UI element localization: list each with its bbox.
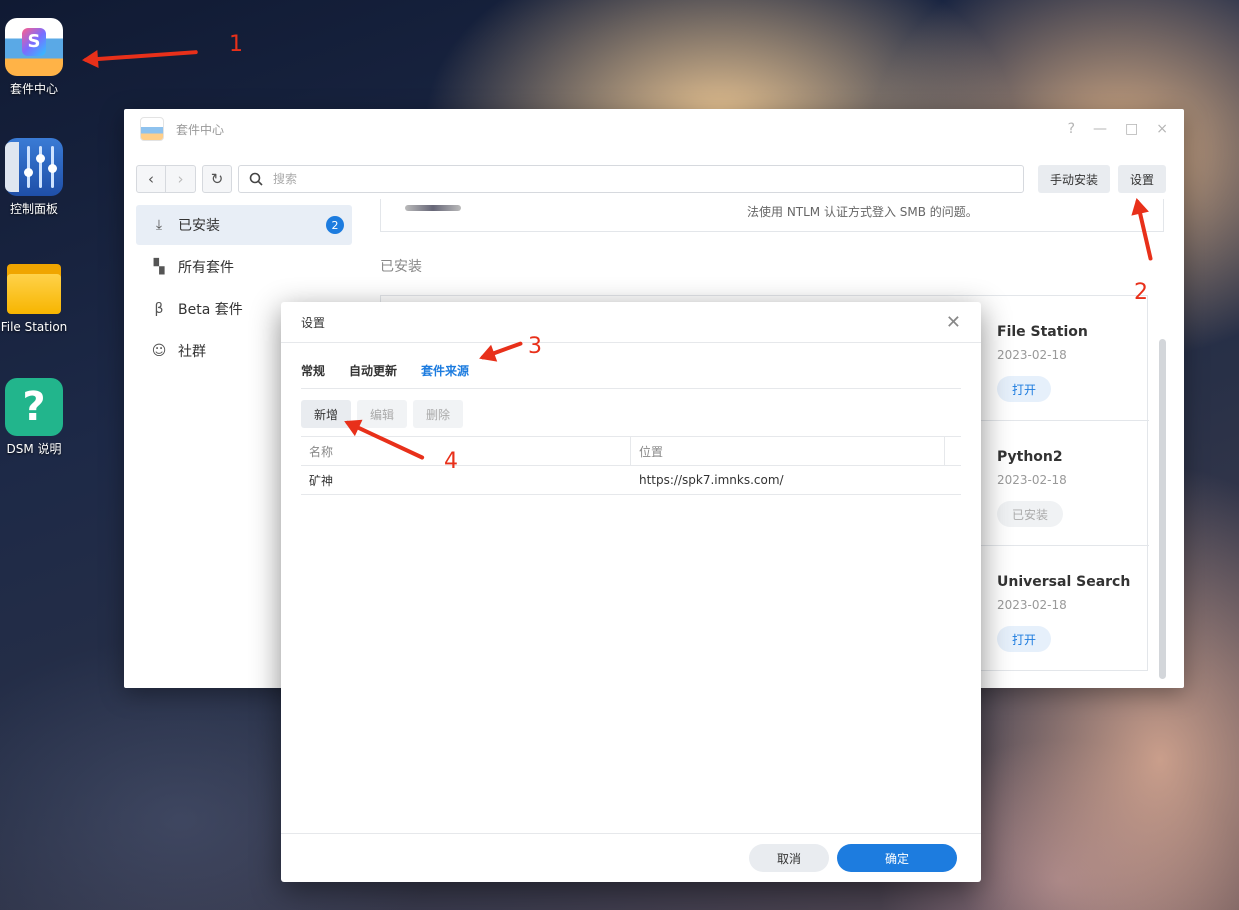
- edit-button[interactable]: 编辑: [357, 400, 408, 428]
- chevron-left-icon: ‹: [148, 170, 154, 188]
- source-location-cell: https://spk7.imnks.com/: [639, 473, 784, 487]
- forward-button[interactable]: ›: [166, 165, 196, 193]
- maximize-icon[interactable]: □: [1125, 121, 1138, 137]
- desktop-icon-label: DSM 说明: [6, 442, 62, 456]
- community-icon: ☺: [151, 343, 167, 359]
- dialog-footer: 取消 确定: [281, 833, 981, 882]
- installed-button: 已安装: [997, 501, 1064, 527]
- search-input[interactable]: [271, 171, 1023, 187]
- package-name: Python2: [997, 449, 1063, 465]
- package-date: 2023-02-18: [997, 473, 1067, 487]
- window-titlebar[interactable]: 套件中心 ? — □ ×: [124, 109, 1184, 149]
- grid-icon: ▚: [153, 259, 165, 275]
- cancel-button[interactable]: 取消: [749, 844, 829, 872]
- open-button[interactable]: 打开: [997, 376, 1052, 402]
- dialog-title: 设置: [301, 315, 326, 330]
- sidebar-item-label: 已安装: [178, 218, 220, 234]
- open-button[interactable]: 打开: [997, 626, 1052, 652]
- annotation-arrow: [83, 50, 198, 62]
- toolbar: ‹ › ↻ 手动安装 设置: [136, 164, 1166, 194]
- desktop-icon-dsm-help[interactable]: ? DSM 说明: [0, 378, 68, 457]
- beta-icon: β: [154, 301, 164, 317]
- source-name-cell: 矿神: [309, 473, 334, 488]
- close-icon[interactable]: ✕: [946, 312, 961, 333]
- settings-button[interactable]: 设置: [1117, 165, 1166, 193]
- control-panel-icon: [5, 138, 63, 196]
- sidebar-item-all-packages[interactable]: ▚ 所有套件: [136, 247, 352, 287]
- annotation-number: 4: [444, 449, 458, 474]
- package-date: 2023-02-18: [997, 598, 1067, 612]
- tab-general[interactable]: 常规: [301, 358, 325, 388]
- help-icon[interactable]: ?: [1068, 121, 1075, 137]
- dialog-header: 设置 ✕: [281, 302, 981, 343]
- package-thumbnail: [405, 205, 461, 211]
- source-action-bar: 新增 编辑 删除: [301, 400, 464, 428]
- delete-button[interactable]: 删除: [413, 400, 464, 428]
- package-date: 2023-02-18: [997, 348, 1067, 362]
- package-name: File Station: [997, 324, 1088, 340]
- close-icon[interactable]: ×: [1156, 121, 1168, 137]
- desktop-icon-package-center[interactable]: S 套件中心: [0, 18, 68, 97]
- package-row[interactable]: 法使用 NTLM 认证方式登入 SMB 的问题。: [380, 199, 1164, 232]
- minimize-icon[interactable]: —: [1093, 121, 1107, 137]
- tab-auto-update[interactable]: 自动更新: [349, 358, 397, 388]
- table-header: 名称 位置: [301, 436, 961, 466]
- package-name: Universal Search: [997, 574, 1131, 590]
- window-title: 套件中心: [176, 122, 225, 137]
- sidebar-item-installed[interactable]: ⤓ 已安装 2: [136, 205, 352, 245]
- sidebar-item-label: 所有套件: [178, 260, 234, 276]
- chevron-right-icon: ›: [177, 170, 184, 188]
- folder-icon: [5, 258, 63, 316]
- package-center-icon: [140, 117, 164, 141]
- desktop-icon-label: 套件中心: [9, 82, 58, 96]
- dialog-tabs: 常规 自动更新 套件来源: [301, 358, 961, 389]
- search-box[interactable]: [238, 165, 1024, 193]
- desktop-icon-control-panel[interactable]: 控制面板: [0, 138, 68, 217]
- package-description: 法使用 NTLM 认证方式登入 SMB 的问题。: [747, 205, 978, 219]
- search-icon: [249, 172, 263, 186]
- desktop-icon-label: 控制面板: [9, 202, 58, 216]
- sidebar-item-label: 社群: [178, 344, 206, 360]
- annotation-number: 3: [528, 334, 542, 359]
- desktop-icon-label: File Station: [0, 320, 68, 334]
- table-row[interactable]: 矿神 https://spk7.imnks.com/: [301, 466, 961, 495]
- ok-button[interactable]: 确定: [837, 844, 957, 872]
- download-icon: ⤓: [155, 217, 163, 233]
- sidebar-item-label: Beta 套件: [178, 302, 243, 318]
- manual-install-button[interactable]: 手动安装: [1037, 165, 1110, 193]
- scrollbar[interactable]: [1159, 339, 1166, 679]
- help-icon: ?: [5, 378, 63, 436]
- tab-package-sources[interactable]: 套件来源: [421, 358, 469, 388]
- desktop-icon-file-station[interactable]: File Station: [0, 258, 68, 334]
- refresh-icon: ↻: [210, 170, 224, 188]
- annotation-number: 1: [229, 32, 243, 57]
- column-header-location[interactable]: 位置: [631, 437, 945, 465]
- refresh-button[interactable]: ↻: [202, 165, 232, 193]
- package-center-icon: S: [5, 18, 63, 76]
- count-badge: 2: [326, 216, 344, 234]
- back-button[interactable]: ‹: [136, 165, 166, 193]
- section-title: 已安装: [380, 259, 422, 275]
- settings-dialog: 设置 ✕ 常规 自动更新 套件来源 新增 编辑 删除 名称 位置 矿神 http…: [281, 302, 981, 882]
- annotation-number: 2: [1134, 280, 1148, 305]
- column-header-name[interactable]: 名称: [301, 437, 631, 465]
